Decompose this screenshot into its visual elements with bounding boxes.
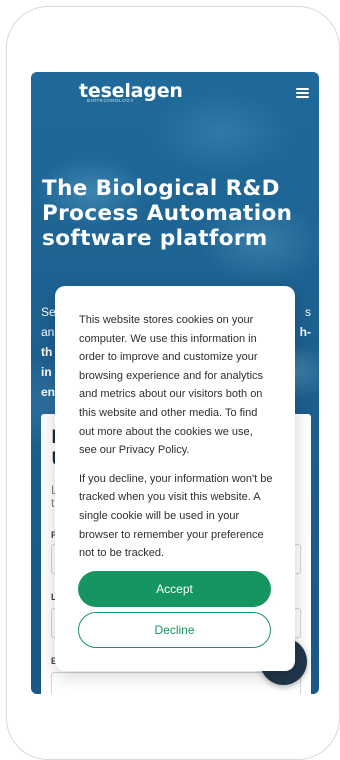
cookie-policy-text: This website stores cookies on your comp… — [79, 314, 264, 457]
hero-title: The Biological R&D Process Automation so… — [42, 176, 293, 251]
hero-text-fragment: in — [41, 365, 52, 379]
hero-text-fragment: en — [41, 385, 56, 399]
hamburger-menu-icon[interactable] — [296, 88, 309, 98]
decline-button[interactable]: Decline — [78, 612, 271, 648]
hero-text-fragment: an — [41, 325, 55, 339]
logo-subtext: BIOTECHNOLOGY — [87, 98, 135, 103]
cookie-consent-dialog: This website stores cookies on your comp… — [55, 286, 295, 671]
hero-text-fragment: h- — [299, 325, 311, 339]
accept-button[interactable]: Accept — [78, 571, 271, 607]
hero-text-fragment: s — [305, 305, 311, 319]
cookie-decline-text: If you decline, your information won't b… — [79, 472, 273, 560]
hero-text-fragment: th — [41, 345, 53, 359]
hero-text-fragment: Se — [41, 305, 56, 319]
